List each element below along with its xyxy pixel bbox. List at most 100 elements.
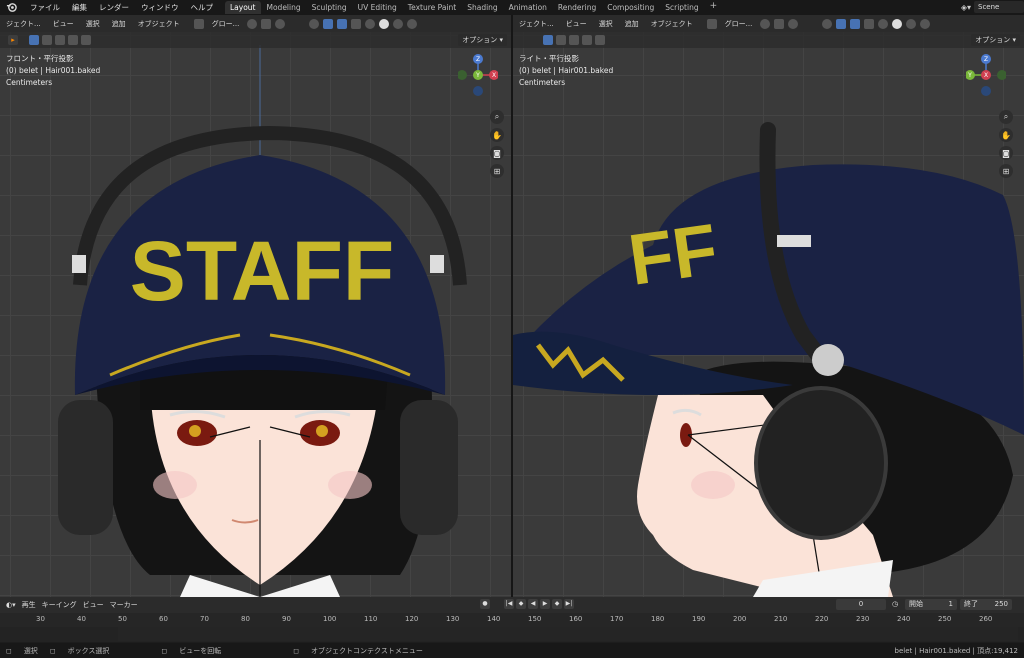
menu-timeline-view[interactable]: ビュー: [83, 600, 104, 610]
xray-icon[interactable]: [864, 18, 875, 29]
shading-solid-icon[interactable]: [892, 18, 903, 29]
prev-keyframe-icon[interactable]: ◆: [516, 599, 526, 609]
navigation-gizmo[interactable]: Z Y X: [966, 53, 1006, 97]
select-mode-intersect-icon[interactable]: [81, 35, 91, 45]
start-value: 1: [948, 600, 953, 608]
tab-scripting[interactable]: Scripting: [660, 1, 703, 14]
start-frame-field[interactable]: 開始 1: [905, 599, 957, 610]
select-mode-invert-icon[interactable]: [68, 35, 78, 45]
menu-object[interactable]: オブジェクト: [134, 19, 184, 29]
camera-icon[interactable]: ◙: [490, 146, 504, 160]
shading-material-icon[interactable]: [906, 18, 917, 29]
proportional-edit-icon[interactable]: [788, 18, 799, 29]
select-mode-invert-icon[interactable]: [582, 35, 592, 45]
right-viewport-header: ジェクト... ビュー 選択 追加 オブジェクト グロー...: [513, 15, 1024, 32]
transform-orientation-icon[interactable]: [706, 18, 717, 29]
menu-select[interactable]: 選択: [82, 19, 104, 29]
timeline-editor-icon[interactable]: ◐▾: [6, 601, 16, 609]
snap-icon[interactable]: [261, 18, 272, 29]
menu-file[interactable]: ファイル: [24, 2, 66, 13]
play-reverse-icon[interactable]: ◀: [528, 599, 538, 609]
end-frame-field[interactable]: 終了 250: [960, 599, 1012, 610]
grid-perspective-icon[interactable]: ⊞: [490, 164, 504, 178]
select-mode-new-icon[interactable]: [543, 35, 553, 45]
record-icon[interactable]: ●: [480, 599, 490, 609]
transform-orientation-dropdown[interactable]: グロー...: [208, 19, 244, 29]
select-mode-subtract-icon[interactable]: [569, 35, 579, 45]
pivot-icon[interactable]: [247, 18, 258, 29]
tab-layout[interactable]: Layout: [225, 1, 261, 14]
pivot-icon[interactable]: [760, 18, 771, 29]
scene-name-field[interactable]: Scene: [974, 1, 1024, 13]
select-mode-subtract-icon[interactable]: [55, 35, 65, 45]
zoom-icon[interactable]: ⌕: [490, 110, 504, 124]
tab-sculpting[interactable]: Sculpting: [307, 1, 352, 14]
menu-render[interactable]: レンダー: [93, 2, 135, 13]
next-keyframe-icon[interactable]: ◆: [552, 599, 562, 609]
camera-icon[interactable]: ◙: [999, 146, 1013, 160]
mode-selector[interactable]: ジェクト...: [2, 19, 45, 29]
mode-selector[interactable]: ジェクト...: [515, 19, 558, 29]
select-mode-extend-icon[interactable]: [42, 35, 52, 45]
gizmo-toggle-icon[interactable]: [836, 18, 847, 29]
shading-wireframe-icon[interactable]: [878, 18, 889, 29]
transform-orientation-dropdown[interactable]: グロー...: [721, 19, 757, 29]
menu-add[interactable]: 追加: [108, 19, 130, 29]
snap-icon[interactable]: [774, 18, 785, 29]
shading-wireframe-icon[interactable]: [365, 18, 376, 29]
xray-icon[interactable]: [351, 18, 362, 29]
select-mode-intersect-icon[interactable]: [595, 35, 605, 45]
right-viewport[interactable]: FF ジェクト... ビュー 選択 追加 オブジェクト グロー... オプション…: [513, 15, 1024, 597]
overlay-toggle-icon[interactable]: [850, 18, 861, 29]
timeline-ruler[interactable]: 30 40 50 60 70 80 90 100 110 120 130 140 150 160 170 18…: [0, 613, 1024, 627]
menu-edit[interactable]: 編集: [66, 2, 93, 13]
menu-window[interactable]: ウィンドウ: [135, 2, 185, 13]
shading-rendered-icon[interactable]: [407, 18, 418, 29]
select-mode-extend-icon[interactable]: [556, 35, 566, 45]
tab-animation[interactable]: Animation: [504, 1, 552, 14]
timeline-track[interactable]: [118, 627, 1018, 641]
zoom-icon[interactable]: ⌕: [999, 110, 1013, 124]
menu-add[interactable]: 追加: [621, 19, 643, 29]
menu-playback[interactable]: 再生: [22, 600, 36, 610]
tab-shading[interactable]: Shading: [462, 1, 502, 14]
menu-help[interactable]: ヘルプ: [185, 2, 220, 13]
pan-hand-icon[interactable]: ✋: [999, 128, 1013, 142]
tool-select-icon[interactable]: ▸: [8, 35, 18, 45]
options-dropdown[interactable]: オプション ▾: [971, 34, 1020, 46]
menu-object[interactable]: オブジェクト: [647, 19, 697, 29]
options-dropdown[interactable]: オプション ▾: [458, 34, 507, 46]
current-frame-field[interactable]: 0: [836, 599, 886, 610]
transform-orientation-icon[interactable]: [193, 18, 204, 29]
tab-modeling[interactable]: Modeling: [262, 1, 306, 14]
visibility-icon[interactable]: [309, 18, 320, 29]
shading-solid-icon[interactable]: [379, 18, 390, 29]
timeline-tick-label: 50: [118, 615, 127, 623]
select-mode-new-icon[interactable]: [29, 35, 39, 45]
proportional-edit-icon[interactable]: [275, 18, 286, 29]
overlay-toggle-icon[interactable]: [337, 18, 348, 29]
visibility-icon[interactable]: [822, 18, 833, 29]
navigation-gizmo[interactable]: Z Y X: [458, 53, 498, 97]
jump-end-icon[interactable]: ▶|: [564, 599, 574, 609]
grid-perspective-icon[interactable]: ⊞: [999, 164, 1013, 178]
play-icon[interactable]: ▶: [540, 599, 550, 609]
menu-marker[interactable]: マーカー: [110, 600, 138, 610]
menu-view[interactable]: ビュー: [49, 19, 78, 29]
tab-texture-paint[interactable]: Texture Paint: [403, 1, 461, 14]
shading-material-icon[interactable]: [393, 18, 404, 29]
blender-logo-icon[interactable]: [4, 1, 18, 15]
shading-rendered-icon[interactable]: [920, 18, 931, 29]
pan-hand-icon[interactable]: ✋: [490, 128, 504, 142]
menu-view[interactable]: ビュー: [562, 19, 591, 29]
gizmo-toggle-icon[interactable]: [323, 18, 334, 29]
tab-rendering[interactable]: Rendering: [553, 1, 601, 14]
tab-uv-editing[interactable]: UV Editing: [353, 1, 402, 14]
clock-icon[interactable]: ◷: [892, 600, 898, 608]
menu-keying[interactable]: キーイング: [42, 600, 77, 610]
left-viewport[interactable]: STAFF ジェクト... ビュー 選択 追加 オブジェクト グロー... ▸ …: [0, 15, 511, 597]
add-workspace-button[interactable]: +: [705, 1, 723, 14]
tab-compositing[interactable]: Compositing: [602, 1, 659, 14]
menu-select[interactable]: 選択: [595, 19, 617, 29]
jump-start-icon[interactable]: |◀: [504, 599, 514, 609]
